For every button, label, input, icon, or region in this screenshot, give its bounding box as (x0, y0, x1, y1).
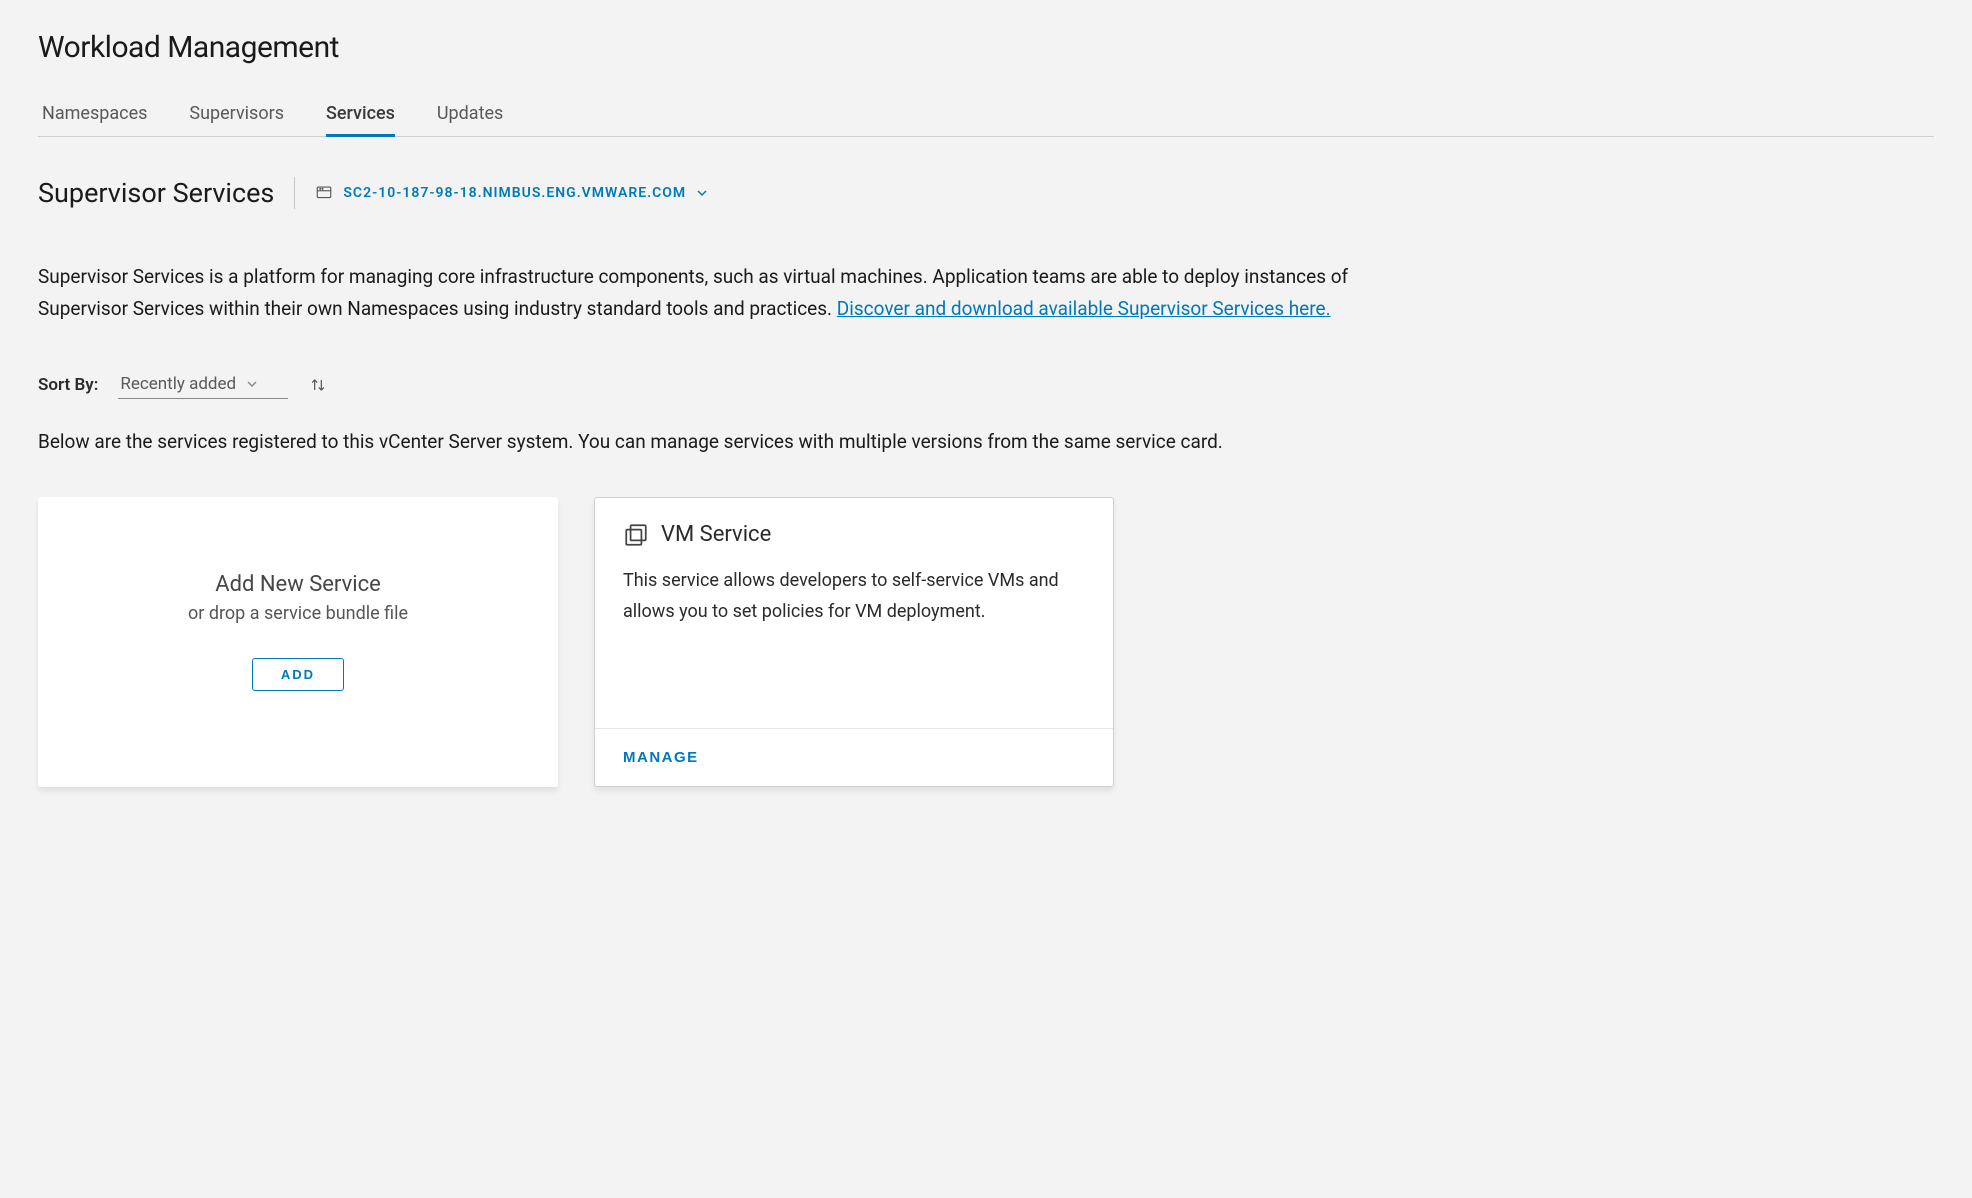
service-card-title: VM Service (661, 522, 771, 547)
tab-supervisors[interactable]: Supervisors (189, 103, 284, 136)
service-card-vm-service: VM Service This service allows developer… (594, 497, 1114, 787)
tabs: Namespaces Supervisors Services Updates (38, 103, 1934, 137)
service-card-footer: MANAGE (595, 728, 1113, 786)
divider (294, 177, 295, 209)
description: Supervisor Services is a platform for ma… (38, 261, 1438, 326)
subdescription: Below are the services registered to thi… (38, 427, 1438, 457)
supervisor-selector[interactable]: SC2-10-187-98-18.NIMBUS.ENG.VMWARE.COM (315, 184, 708, 202)
service-title-row: VM Service (623, 522, 1085, 548)
add-card-title: Add New Service (215, 572, 381, 597)
vcenter-icon (315, 184, 333, 202)
chevron-down-icon (246, 378, 258, 390)
supervisor-hostname: SC2-10-187-98-18.NIMBUS.ENG.VMWARE.COM (343, 185, 686, 201)
service-card-body: VM Service This service allows developer… (595, 498, 1113, 728)
add-button[interactable]: ADD (252, 658, 344, 691)
chevron-down-icon (696, 187, 708, 199)
add-card-subtitle: or drop a service bundle file (188, 603, 408, 624)
section-header: Supervisor Services SC2-10-187-98-18.NIM… (38, 177, 1934, 209)
sort-arrows-icon (308, 375, 328, 395)
sort-select-value: Recently added (120, 374, 236, 394)
sort-select[interactable]: Recently added (118, 372, 288, 399)
section-title: Supervisor Services (38, 177, 274, 209)
tab-namespaces[interactable]: Namespaces (42, 103, 147, 136)
sort-row: Sort By: Recently added (38, 372, 1934, 399)
sort-direction-toggle[interactable] (308, 375, 328, 395)
page-title: Workload Management (38, 30, 1934, 65)
manage-button[interactable]: MANAGE (623, 749, 699, 766)
vm-service-icon (623, 522, 649, 548)
add-service-card[interactable]: Add New Service or drop a service bundle… (38, 497, 558, 787)
tab-services[interactable]: Services (326, 103, 395, 136)
cards-container: Add New Service or drop a service bundle… (38, 497, 1934, 787)
tab-updates[interactable]: Updates (437, 103, 503, 136)
service-card-description: This service allows developers to self-s… (623, 566, 1063, 627)
sort-label: Sort By: (38, 375, 98, 395)
discover-services-link[interactable]: Discover and download available Supervis… (837, 297, 1331, 320)
